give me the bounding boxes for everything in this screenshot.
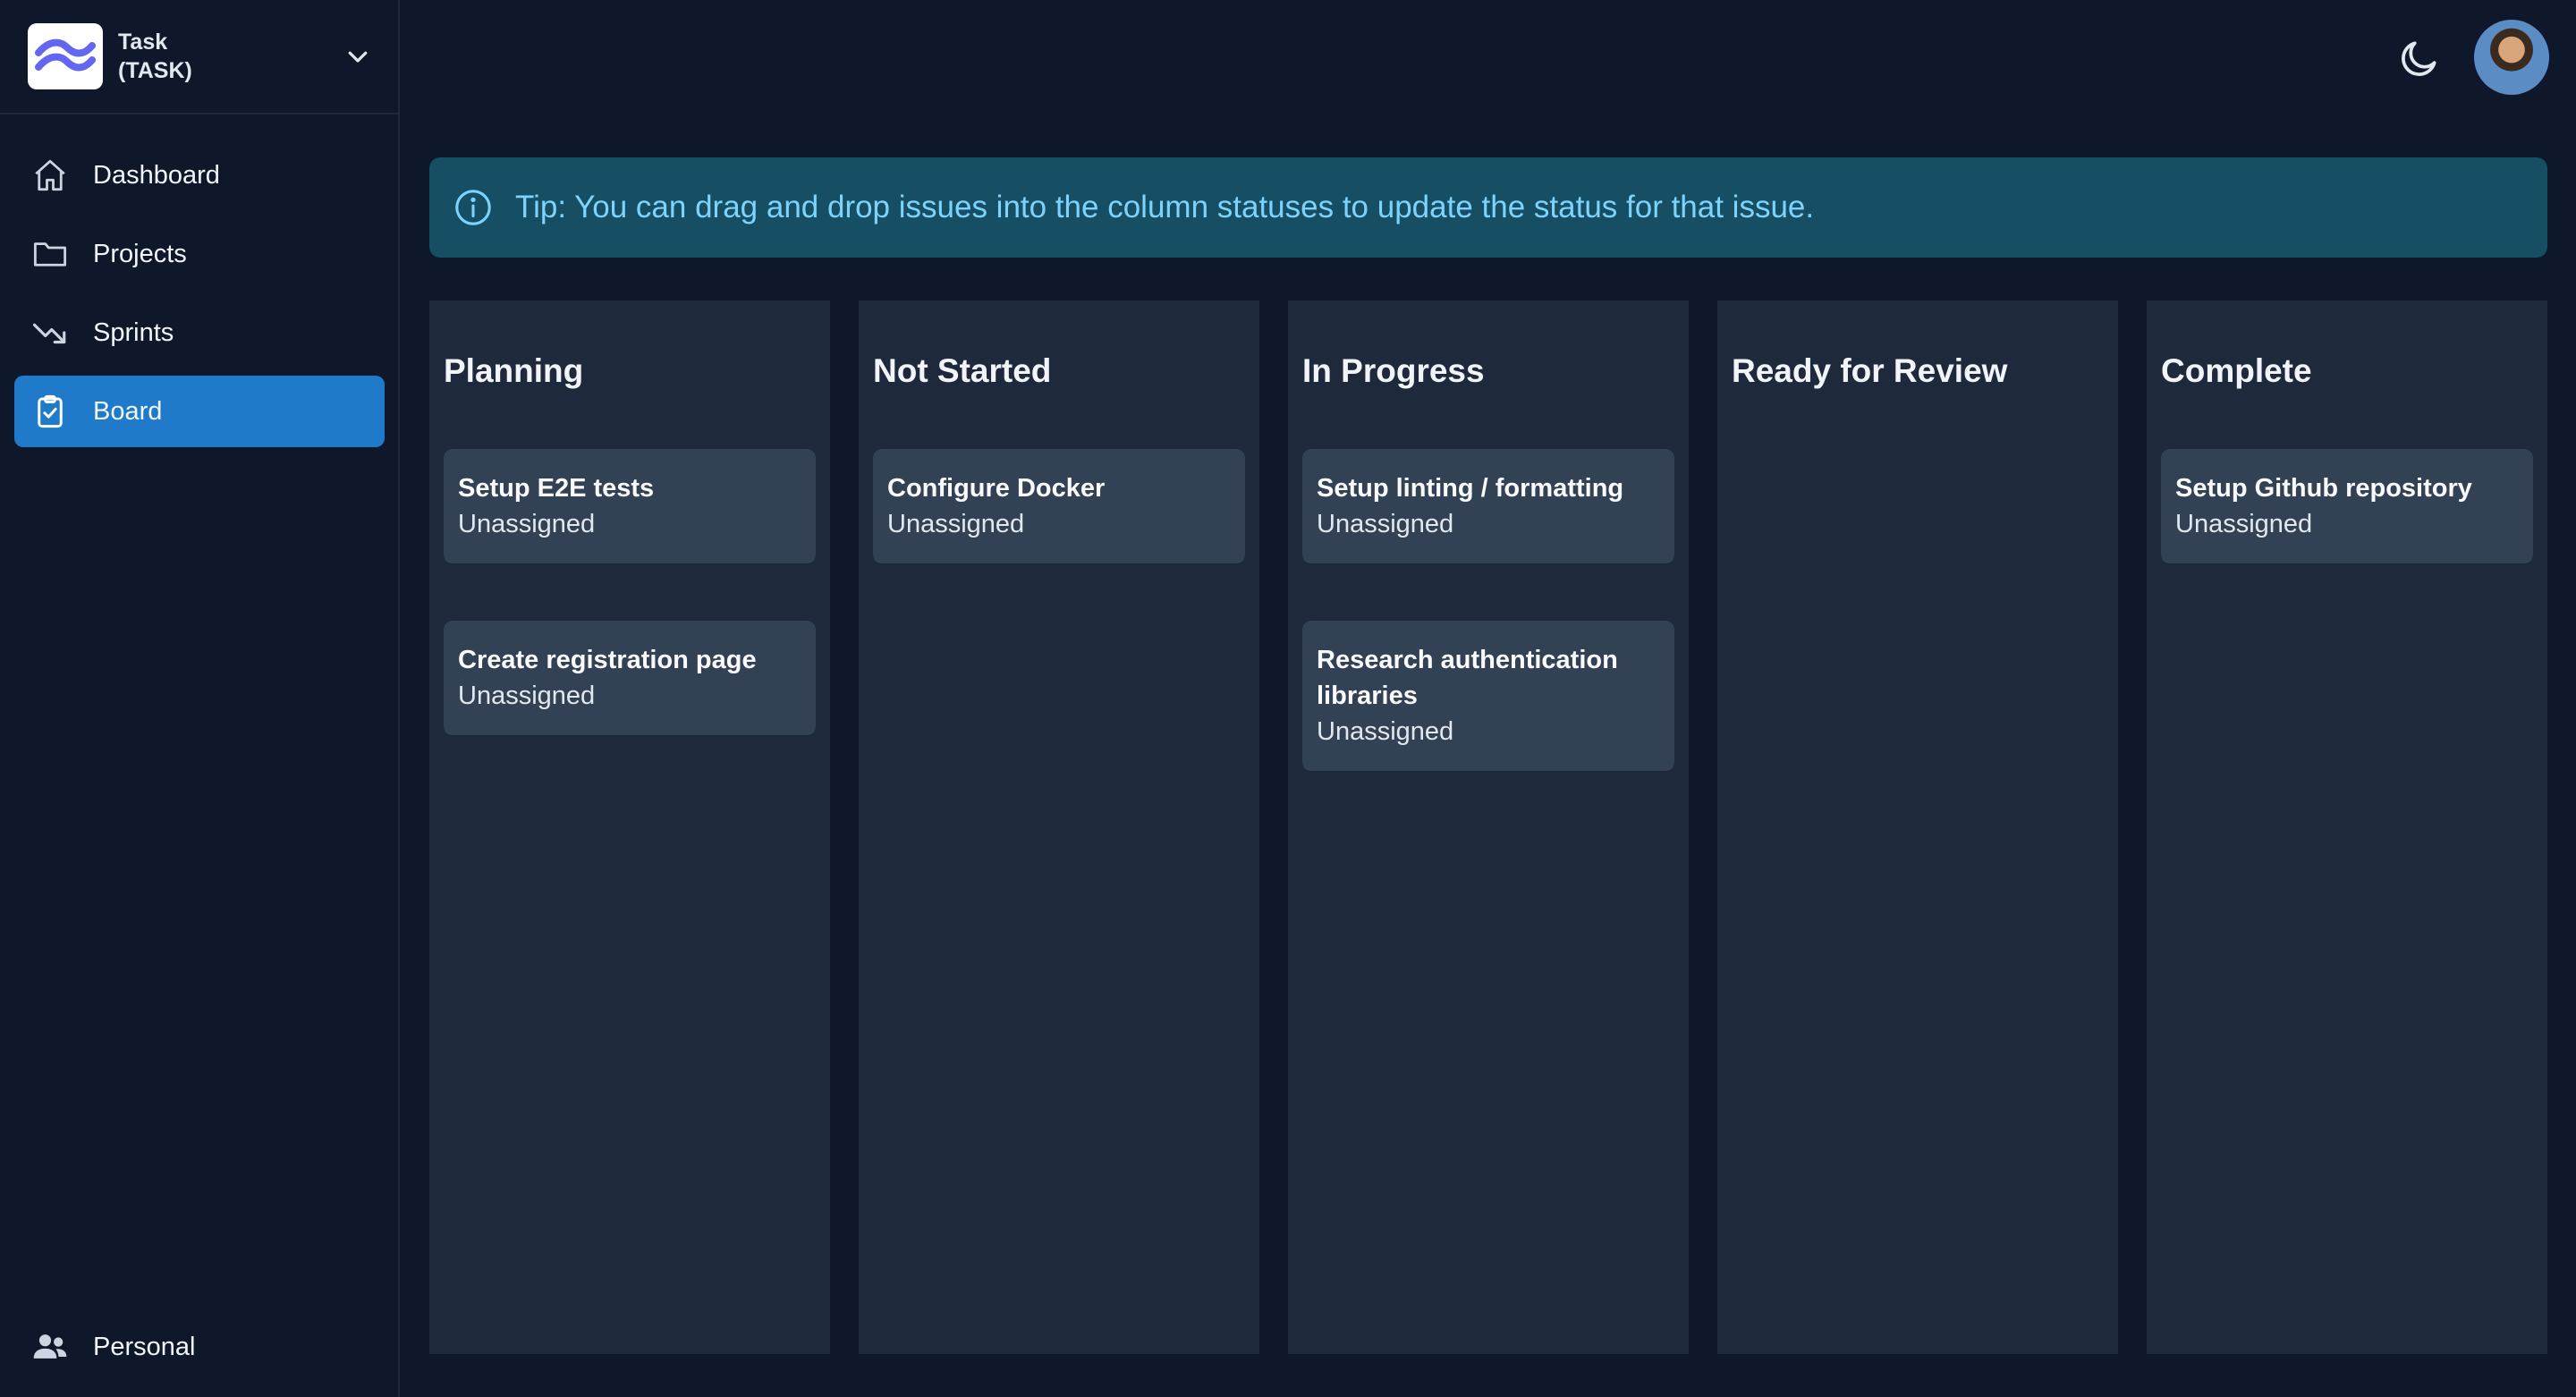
sidebar-item-label: Board (93, 396, 163, 426)
sidebar-item-board[interactable]: Board (14, 376, 385, 447)
column-cards: Setup linting / formatting Unassigned Re… (1302, 449, 1674, 771)
project-logo-icon (28, 23, 103, 89)
column-title: In Progress (1302, 352, 1485, 389)
users-icon (30, 1327, 70, 1367)
board-column-in-progress: In Progress Setup linting / formatting U… (1288, 301, 1689, 1354)
column-title: Complete (2161, 352, 2312, 389)
issue-title: Setup linting / formatting (1317, 474, 1624, 503)
info-icon (455, 190, 491, 225)
board-column-planning: Planning Setup E2E tests Unassigned Crea… (429, 301, 830, 1354)
issue-title: Setup Github repository (2175, 474, 2472, 503)
issue-card[interactable]: Setup linting / formatting Unassigned (1302, 449, 1674, 563)
sidebar-item-dashboard[interactable]: Dashboard (14, 140, 385, 211)
sidebar-item-label: Personal (93, 1332, 196, 1361)
issue-title: Research authentication libraries (1317, 646, 1618, 710)
tip-text: Tip: You can drag and drop issues into t… (515, 190, 1815, 224)
sidebar-item-label: Dashboard (93, 160, 220, 190)
issue-assignee: Unassigned (458, 682, 596, 710)
tip-banner: Tip: You can drag and drop issues into t… (429, 157, 2547, 258)
project-switcher[interactable]: Task (TASK) (0, 0, 398, 114)
trending-down-icon (30, 313, 70, 352)
board-column-ready-for-review: Ready for Review (1717, 301, 2118, 1354)
issue-title: Setup E2E tests (458, 474, 655, 503)
issue-assignee: Unassigned (458, 510, 596, 538)
column-title: Not Started (873, 352, 1052, 389)
board-column-not-started: Not Started Configure Docker Unassigned (859, 301, 1259, 1354)
chevron-down-icon (348, 51, 368, 63)
folder-icon (30, 234, 70, 274)
sidebar-item-sprints[interactable]: Sprints (14, 297, 385, 368)
project-name: Task (118, 30, 168, 55)
sidebar-item-personal[interactable]: Personal (14, 1311, 385, 1383)
moon-icon (2402, 41, 2436, 76)
sidebar-item-projects[interactable]: Projects (14, 218, 385, 290)
clipboard-check-icon (30, 392, 70, 431)
column-cards: Setup Github repository Unassigned (2161, 449, 2533, 563)
issue-assignee: Unassigned (887, 510, 1025, 538)
issue-title: Create registration page (458, 646, 757, 674)
sidebar: Task (TASK) Dashboard Projects Sprints B… (0, 0, 400, 1397)
project-name-block: Task (TASK) (118, 28, 192, 85)
column-title: Ready for Review (1732, 352, 2008, 389)
issue-card[interactable]: Configure Docker Unassigned (873, 449, 1245, 563)
column-title: Planning (444, 352, 584, 389)
sidebar-item-label: Projects (93, 239, 187, 268)
issue-card[interactable]: Setup Github repository Unassigned (2161, 449, 2533, 563)
issue-assignee: Unassigned (1317, 717, 1454, 746)
board-column-complete: Complete Setup Github repository Unassig… (2147, 301, 2547, 1354)
column-cards: Configure Docker Unassigned (873, 449, 1245, 563)
issue-assignee: Unassigned (2175, 510, 2313, 538)
sidebar-item-label: Sprints (93, 318, 174, 347)
issue-assignee: Unassigned (1317, 510, 1454, 538)
sidebar-nav: Dashboard Projects Sprints Board (14, 140, 385, 454)
column-cards: Setup E2E tests Unassigned Create regist… (444, 449, 816, 735)
issue-title: Configure Docker (887, 474, 1106, 503)
user-avatar[interactable] (2474, 20, 2549, 95)
issue-card[interactable]: Setup E2E tests Unassigned (444, 449, 816, 563)
dark-mode-toggle[interactable] (2397, 36, 2442, 80)
project-key: (TASK) (118, 58, 192, 83)
app: Task (TASK) Dashboard Projects Sprints B… (0, 0, 2576, 1397)
issue-card[interactable]: Create registration page Unassigned (444, 621, 816, 735)
home-icon (30, 156, 70, 195)
issue-card[interactable]: Research authentication libraries Unassi… (1302, 621, 1674, 771)
